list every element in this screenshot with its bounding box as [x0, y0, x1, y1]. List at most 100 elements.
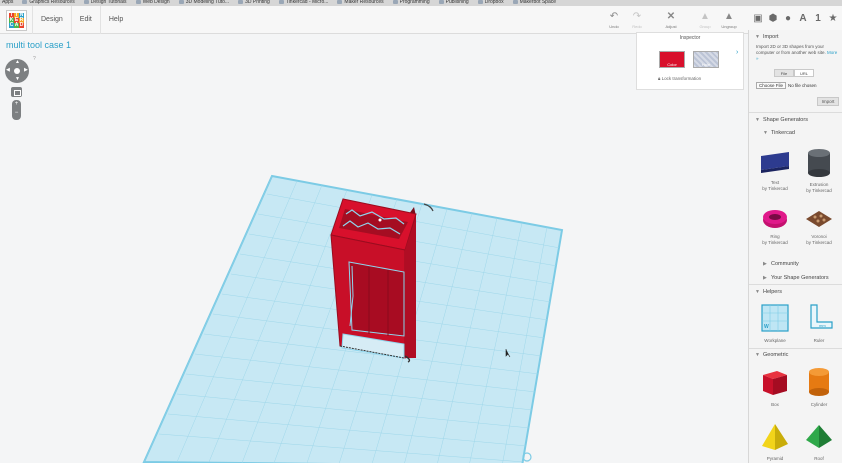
generator-text[interactable]: Text by Tinkercad — [753, 148, 797, 191]
bookmark-item[interactable]: Makerbot Space — [512, 0, 556, 5]
zoom-out-button[interactable]: − — [12, 109, 21, 118]
menu-edit[interactable]: Edit — [70, 6, 100, 34]
cylinder-shape-icon — [809, 368, 829, 396]
import-section-header[interactable]: ▼ Import — [755, 34, 779, 40]
lock-label: Lock transformation — [661, 76, 702, 81]
shape-name: Roof — [814, 456, 824, 461]
workplane-view-icon[interactable]: ▣ — [752, 12, 764, 26]
shape-generators-title: Shape Generators — [763, 117, 808, 123]
no-file-text: No file chosen — [788, 83, 817, 88]
pan-up-icon[interactable]: ▲ — [15, 60, 20, 65]
pan-right-icon[interactable]: ▶ — [24, 68, 28, 73]
import-description: Import 2D or 3D shapes from your compute… — [756, 44, 840, 62]
star-view-icon[interactable]: ★ — [827, 12, 839, 26]
bookmark-item[interactable]: Maker Resources — [337, 0, 384, 5]
helper-workplane[interactable]: W Workplane — [753, 302, 797, 344]
tab-file[interactable]: File — [774, 69, 794, 77]
helper-name: Ruler — [813, 338, 825, 343]
helper-name: Workplane — [764, 338, 786, 343]
shape-generators-header[interactable]: ▼ Shape Generators — [755, 117, 808, 123]
bookmark-item[interactable]: Web Design — [135, 0, 170, 5]
help-icon[interactable]: ? — [33, 56, 36, 62]
pyramid-shape-icon — [762, 424, 788, 450]
bookmark-item[interactable]: Publishing — [438, 0, 469, 5]
chevron-right-icon[interactable]: › — [736, 49, 738, 56]
generator-name: Extrusion — [809, 182, 829, 187]
shape-pyramid[interactable]: Pyramid — [753, 422, 797, 462]
redo-label: Redo — [632, 24, 642, 29]
tinkercad-logo[interactable]: TIN KER CAD — [6, 10, 27, 31]
expand-arrow-icon: ▶ — [763, 275, 767, 281]
orbit-center[interactable] — [14, 68, 20, 74]
lock-transformation[interactable]: 🔒︎ Lock transformation — [658, 76, 701, 81]
redo-icon: ↷ — [632, 11, 642, 22]
bookmark-item[interactable]: 3D Printing — [238, 0, 270, 5]
generator-name: Text — [770, 180, 780, 185]
bookmark-item[interactable]: 3D Modeling Tuto... — [178, 0, 229, 5]
undo-button[interactable]: ↶ Undo — [602, 10, 626, 29]
divider — [749, 284, 842, 285]
shape-box[interactable]: Box — [753, 366, 797, 408]
group-label: Group — [699, 24, 711, 29]
bookmark-item[interactable]: Dropbox — [477, 0, 504, 5]
scene-svg — [142, 174, 564, 463]
undo-label: Undo — [609, 24, 619, 29]
menu-help[interactable]: Help — [99, 6, 131, 34]
expand-arrow-icon: ▶ — [763, 261, 767, 267]
zoom-control[interactable]: + − — [12, 100, 21, 120]
generator-extrusion[interactable]: Extrusion by Tinkercad — [797, 148, 841, 193]
height-handle[interactable] — [378, 218, 382, 222]
choose-file-button[interactable]: Choose File — [756, 82, 787, 89]
geometric-header[interactable]: ▼ Geometric — [755, 352, 788, 358]
home-view-icon[interactable] — [11, 87, 22, 97]
your-shape-generators-header[interactable]: ▶ Your Shape Generators — [763, 275, 829, 281]
view-navigation-control[interactable]: ▲ ▼ ◀ ▶ — [5, 59, 29, 83]
community-title: Community — [771, 261, 799, 267]
workplane-canvas[interactable] — [0, 34, 748, 463]
sphere-view-icon[interactable]: ● — [782, 12, 794, 26]
generator-author: by Tinkercad — [762, 239, 788, 245]
bookmark-item[interactable]: Graphics Resources — [22, 0, 75, 5]
import-button[interactable]: Import — [817, 97, 839, 106]
text-view-icon[interactable]: A — [797, 12, 809, 26]
cube-view-icon[interactable]: ⬢ — [767, 12, 779, 26]
generator-author: by Tinkercad — [762, 185, 788, 191]
shape-roof[interactable]: Roof — [797, 422, 841, 462]
generator-name: Voronoi — [811, 234, 827, 239]
shape-cylinder[interactable]: Cylinder — [797, 366, 841, 408]
collapse-arrow-icon: ▼ — [755, 352, 760, 358]
ungroup-button[interactable]: ▲ Ungroup — [717, 10, 741, 29]
collapse-arrow-icon: ▼ — [755, 117, 760, 123]
bookmark-apps[interactable]: Apps — [0, 0, 13, 5]
ruler-helper-icon: mm — [810, 304, 833, 329]
ring-generator-icon — [763, 210, 787, 228]
hole-swatch[interactable]: Hole — [693, 51, 719, 68]
redo-button[interactable]: ↷ Redo — [625, 10, 649, 29]
menu-design[interactable]: Design — [32, 6, 71, 34]
app-toolbar: TIN KER CAD Design Edit Help ↶ Undo ↷ Redo… — [0, 6, 842, 34]
adjust-button[interactable]: ✕ Adjust — [659, 10, 683, 29]
helper-ruler[interactable]: mm Ruler — [797, 302, 841, 344]
pan-left-icon[interactable]: ◀ — [6, 68, 10, 73]
bookmark-item[interactable]: Tinkercad - Micro... — [278, 0, 328, 5]
ungroup-icon: ▲ — [724, 11, 734, 22]
design-title[interactable]: multi tool case 1 — [6, 40, 71, 50]
community-header[interactable]: ▶ Community — [763, 261, 799, 267]
tab-url[interactable]: URL — [794, 69, 814, 77]
generator-voronoi[interactable]: Voronoi by Tinkercad — [797, 208, 841, 245]
tinkercad-generators-header[interactable]: ▼ Tinkercad — [763, 130, 795, 136]
color-swatch[interactable]: Color — [659, 51, 685, 68]
zoom-in-button[interactable]: + — [12, 100, 21, 109]
pan-down-icon[interactable]: ▼ — [15, 77, 20, 82]
number-view-icon[interactable]: 1 — [812, 12, 824, 26]
group-button[interactable]: ▲ Group — [693, 10, 717, 29]
bookmark-item[interactable]: Design Tutorials — [83, 0, 127, 5]
divider — [749, 348, 842, 349]
helpers-header[interactable]: ▼ Helpers — [755, 289, 782, 295]
workplane-helper-icon: W — [761, 304, 789, 332]
shape-name: Box — [771, 402, 779, 407]
generator-ring[interactable]: Ring by Tinkercad — [753, 208, 797, 245]
adjust-icon: ✕ — [666, 11, 676, 22]
import-source-tabs: File URL — [774, 69, 814, 77]
bookmark-item[interactable]: Programming — [392, 0, 430, 5]
